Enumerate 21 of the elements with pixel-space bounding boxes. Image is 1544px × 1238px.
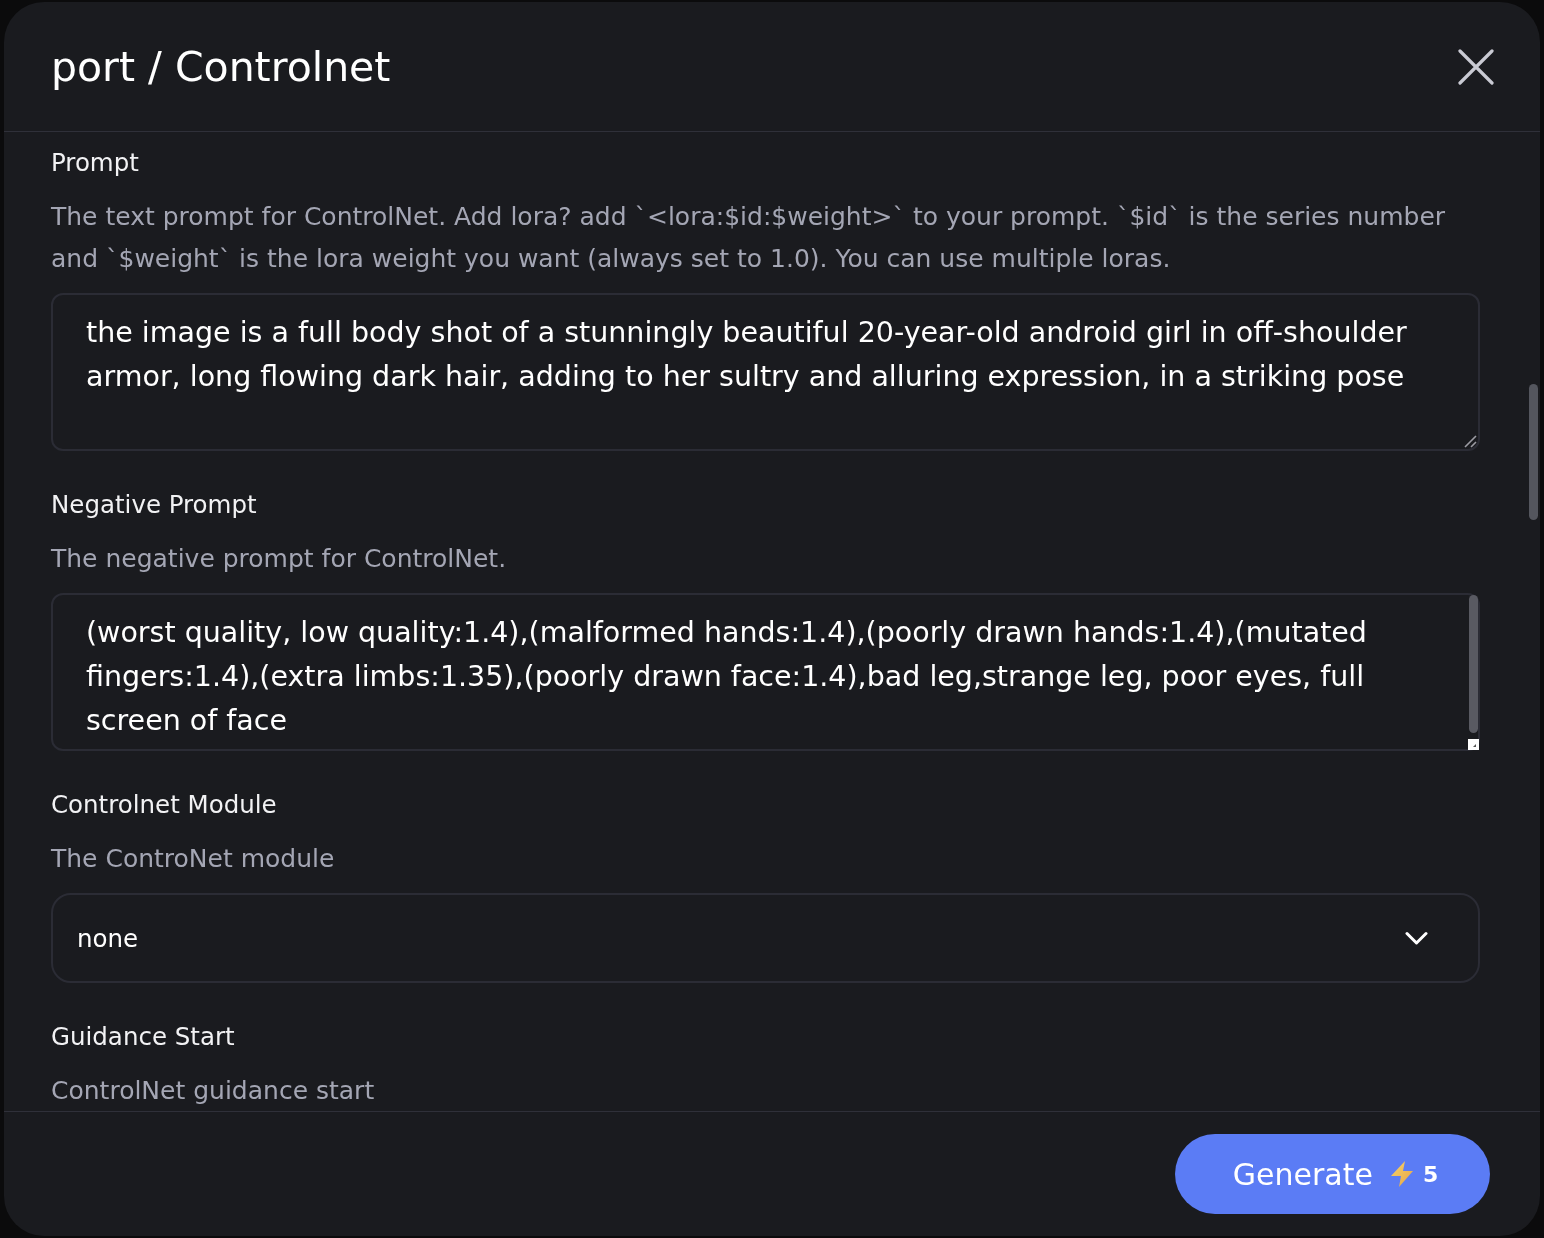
generate-button[interactable]: Generate 5: [1175, 1134, 1490, 1214]
field-label: Guidance Start: [51, 1021, 236, 1053]
text-area[interactable]: the image is a full body shot of a stunningly beautiful 20-year-old android girl in off-shoulder armor, long flowing dark hair, adding to her sultry and alluring expression, in a striking pose: [51, 293, 1480, 451]
dialog-title: port / Controlnet: [51, 42, 391, 91]
resize-grip-icon[interactable]: [1464, 435, 1477, 448]
close-icon: [1458, 48, 1494, 85]
resize-grip-icon[interactable]: [1468, 739, 1479, 750]
field-description: The negative prompt for ControlNet.: [51, 543, 508, 575]
field-description: The text prompt for ControlNet. Add lora? add `<lora:$id:$weight>` to your prompt. `$id` is the series number and `$weight` is the lora weight you want (always set to 1.0). You can use multiple loras.: [51, 201, 1447, 275]
field-description: ControlNet guidance start: [51, 1075, 376, 1107]
field-label: Controlnet Module: [51, 789, 278, 821]
field-label: Negative Prompt: [51, 489, 258, 521]
close-button[interactable]: [1458, 48, 1494, 85]
lightning-icon: [1390, 1161, 1413, 1187]
scrollbar-thumb[interactable]: [1469, 595, 1478, 733]
text-area[interactable]: (worst quality, low quality:1.4),(malformed hands:1.4),(poorly drawn hands:1.4),(mutated fingers:1.4),(extra limbs:1.35),(poorly drawn face:1.4),bad leg,strange leg, poor eyes, full screen of face: [51, 593, 1480, 751]
field-label: Prompt: [51, 147, 140, 179]
scrollbar-thumb[interactable]: [1529, 384, 1538, 520]
module-select[interactable]: none: [51, 893, 1480, 983]
chevron-down-icon: [1405, 930, 1428, 946]
field-description: The ControNet module: [51, 843, 336, 875]
